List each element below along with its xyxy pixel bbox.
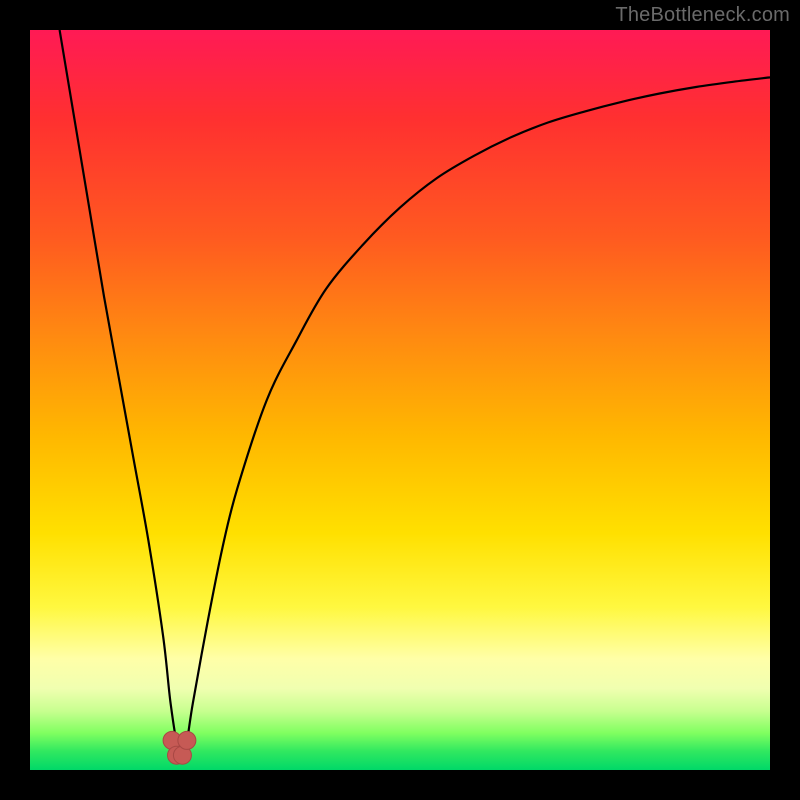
chart-frame: TheBottleneck.com xyxy=(0,0,800,800)
watermark-text: TheBottleneck.com xyxy=(615,4,790,27)
bottleneck-curve xyxy=(60,30,770,753)
curve-svg xyxy=(30,30,770,770)
trough-markers xyxy=(163,731,196,764)
plot-area xyxy=(30,30,770,770)
marker-trough-right xyxy=(178,731,196,749)
